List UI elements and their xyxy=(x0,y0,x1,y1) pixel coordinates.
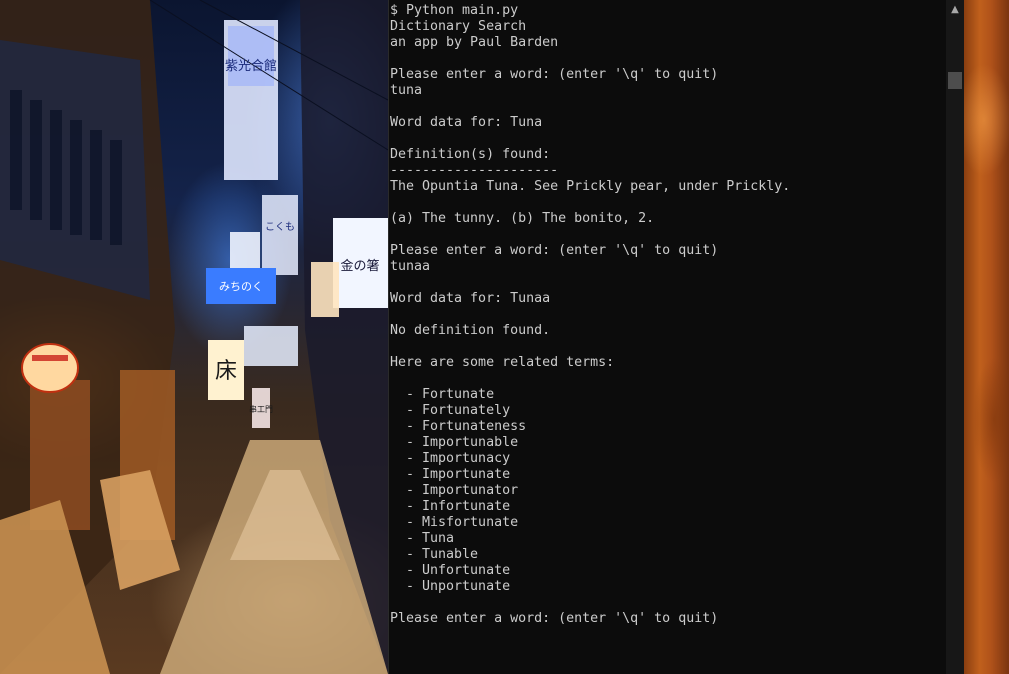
console-line: tunaa xyxy=(390,259,431,274)
console-line: Dictionary Search xyxy=(390,19,527,34)
console-line: Please enter a word: (enter '\q' to quit… xyxy=(390,611,719,626)
scroll-thumb[interactable] xyxy=(948,72,962,89)
console-line: - Fortunately xyxy=(390,403,511,418)
console-line: (a) The tunny. (b) The bonito, 2. xyxy=(390,211,655,226)
desktop-wallpaper-left: 紫光合館 こくも みちのく 金の箸 床 串工門 xyxy=(0,0,388,674)
console-window[interactable]: $ Python main.py Dictionary Search an app … xyxy=(388,0,964,674)
desktop-screen: 紫光合館 こくも みちのく 金の箸 床 串工門 $ Python main.py… xyxy=(0,0,1009,674)
console-line: Definition(s) found: xyxy=(390,147,551,162)
console-line: --------------------- xyxy=(390,163,559,178)
console-line: Here are some related terms: xyxy=(390,355,615,370)
desktop-wallpaper-right xyxy=(964,0,1009,674)
console-line: - Unportunate xyxy=(390,579,511,594)
alley-illustration: 紫光合館 こくも みちのく 金の箸 床 串工門 xyxy=(0,0,388,674)
console-line: - Importunator xyxy=(390,483,519,498)
console-line: Please enter a word: (enter '\q' to quit… xyxy=(390,243,719,258)
console-line: Word data for: Tuna xyxy=(390,115,543,130)
console-line: - Fortunateness xyxy=(390,419,527,434)
console-line: - Infortunate xyxy=(390,499,511,514)
sign-text-5: 床 xyxy=(215,359,237,384)
sign-text-2: こくも xyxy=(265,221,295,233)
scroll-up-arrow-icon[interactable]: ▲ xyxy=(946,0,964,20)
sign-text-3: みちのく xyxy=(219,280,263,293)
sign-text-4: 金の箸 xyxy=(340,258,379,274)
console-line: - Importunable xyxy=(390,435,519,450)
console-line: Please enter a word: (enter '\q' to quit… xyxy=(390,67,719,82)
console-line: No definition found. xyxy=(390,323,551,338)
console-line: - Misfortunate xyxy=(390,515,519,530)
console-line: The Opuntia Tuna. See Prickly pear, unde… xyxy=(390,179,791,194)
console-line: - Unfortunate xyxy=(390,563,511,578)
console-scrollbar[interactable]: ▲ xyxy=(946,0,964,674)
sign-text-6: 串工門 xyxy=(249,405,273,414)
sign-text-1: 紫光合館 xyxy=(225,59,277,74)
console-line: - Fortunate xyxy=(390,387,495,402)
console-line: tuna xyxy=(390,83,423,98)
console-line: Word data for: Tunaa xyxy=(390,291,551,306)
console-line: $ Python main.py xyxy=(390,3,519,18)
console-line: an app by Paul Barden xyxy=(390,35,559,50)
console-line: - Importunate xyxy=(390,467,511,482)
console-output[interactable]: $ Python main.py Dictionary Search an app … xyxy=(390,3,946,627)
console-line: - Tuna xyxy=(390,531,455,546)
console-line: - Tunable xyxy=(390,547,479,562)
console-line: - Importunacy xyxy=(390,451,511,466)
